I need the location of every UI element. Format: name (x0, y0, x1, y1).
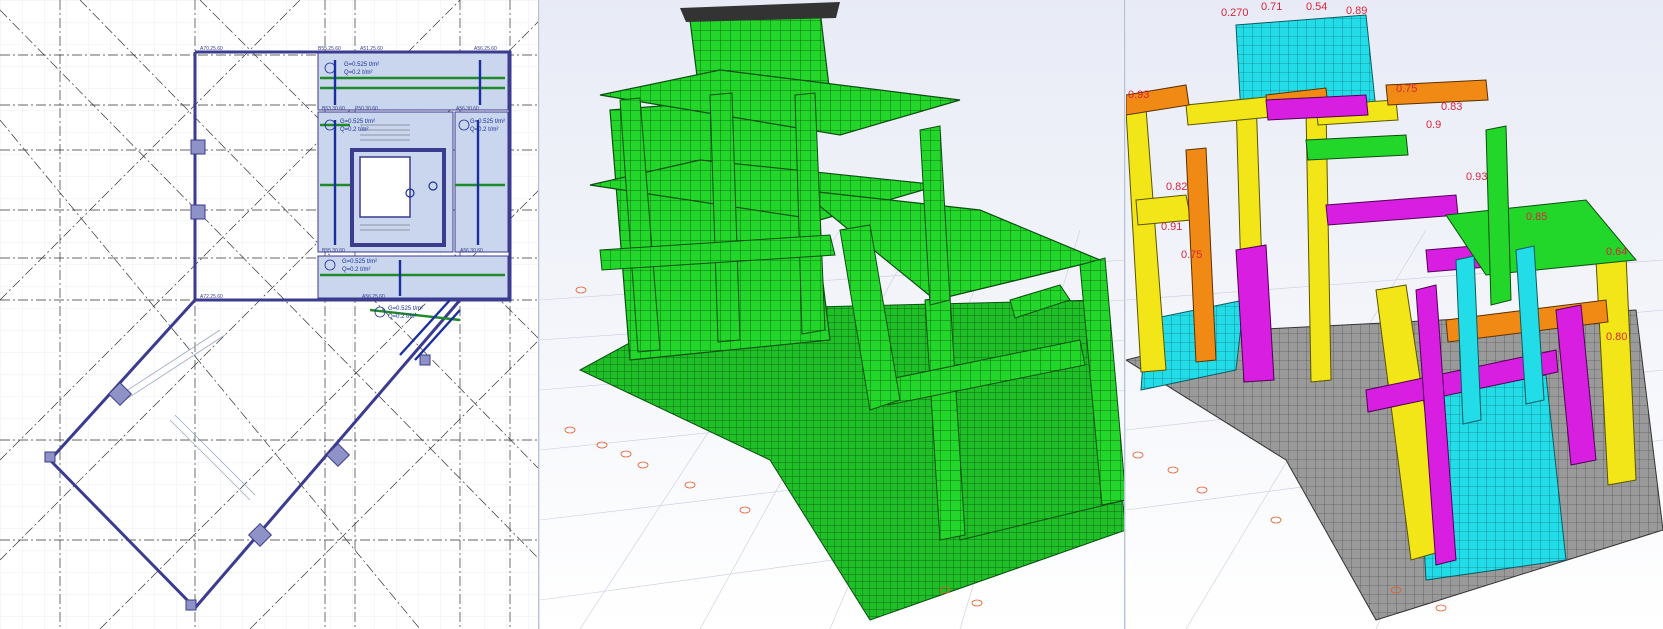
load-g-text: G=0.525 t/m² (340, 119, 375, 125)
load-q-text: Q=0.2 t/m² (344, 70, 373, 76)
ratio-label: 0.71 (1261, 1, 1282, 13)
shaft-opening (359, 156, 411, 218)
ratio-label: 0.75 (1181, 249, 1202, 261)
beam-label: A56.25.60 (362, 294, 385, 300)
ratio-label: 0.93 (1466, 171, 1487, 183)
load-g-text: G=0.525 t/m² (342, 259, 377, 265)
load-q-text: Q=0.2 t/m² (470, 127, 499, 133)
ratio-label: 0.75 (1396, 83, 1417, 95)
ratio-label: 0.89 (1346, 5, 1367, 17)
ratio-label: 0.54 (1306, 1, 1327, 13)
beam-label: A51.25.60 (360, 46, 383, 52)
beam-label: A56.30.60 (460, 248, 483, 254)
beam-label: A70.25.60 (200, 46, 223, 52)
beam-label: B53.30.60 (322, 106, 345, 112)
load-q-text: Q=0.2 t/m² (388, 314, 417, 320)
design-results-view[interactable]: 0.270 0.71 0.54 0.89 0.93 0.75 0.83 0.9 … (1126, 0, 1663, 629)
beam-label: P50.30.60 (355, 106, 378, 112)
ratio-label: 0.91 (1161, 221, 1182, 233)
ratio-label: 0.80 (1606, 331, 1627, 343)
load-g-text: G=0.525 t/m² (344, 62, 379, 68)
ratio-label: 0.85 (1526, 211, 1547, 223)
ratio-label: 0.64 (1606, 246, 1627, 258)
load-q-text: Q=0.2 t/m² (342, 267, 371, 273)
floor-plan-canvas[interactable]: A70.25.60 B55.25.60 A51.25.60 A56.25.60 … (0, 0, 540, 629)
beam-label: B55.25.60 (318, 46, 341, 52)
beam-label: A56.30.60 (456, 106, 479, 112)
load-g-text: G=0.525 t/m² (470, 119, 505, 125)
ratio-label: 0.83 (1441, 101, 1462, 113)
ratio-label: 0.93 (1128, 89, 1149, 101)
beam-label: A72.25.60 (200, 294, 223, 300)
results-canvas[interactable]: 0.270 0.71 0.54 0.89 0.93 0.75 0.83 0.9 … (1126, 0, 1663, 629)
ratio-label: 0.270 (1221, 7, 1249, 19)
model-canvas[interactable] (540, 0, 1126, 629)
ratio-label: 0.82 (1166, 181, 1187, 193)
load-q-text: Q=0.2 t/m² (340, 127, 369, 133)
load-g-text: G=0.525 t/m² (388, 306, 423, 312)
beam-label: B55.30.60 (322, 248, 345, 254)
structural-model-view[interactable] (540, 0, 1126, 629)
beam-label: A56.25.60 (474, 46, 497, 52)
floor-plan-view[interactable]: A70.25.60 B55.25.60 A51.25.60 A56.25.60 … (0, 0, 540, 629)
ratio-label: 0.9 (1426, 119, 1441, 131)
